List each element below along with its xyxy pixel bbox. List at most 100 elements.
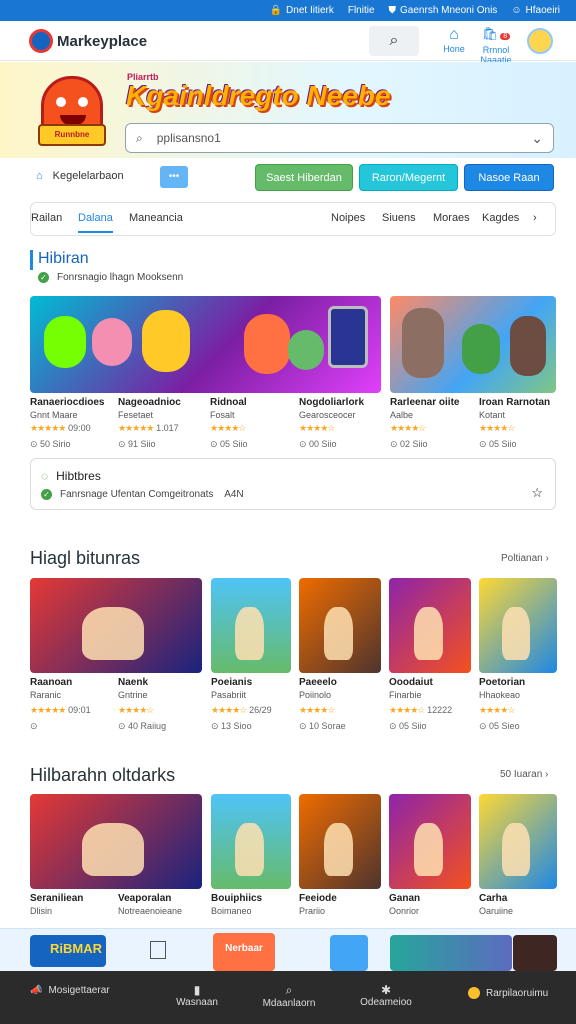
megaphone-icon: 📣 xyxy=(30,985,43,996)
rating-row: ★★★★☆ 26/29 xyxy=(211,704,272,717)
tab-noipes[interactable]: Noipes xyxy=(331,212,365,224)
utility-link[interactable]: ☺ Hfaoeiri xyxy=(511,5,560,16)
rating-stars: ★★★★☆ xyxy=(211,705,247,715)
logo-text: Markeyplace xyxy=(57,32,148,50)
promo-thumb xyxy=(390,935,512,971)
filter-button-3[interactable]: Nasoe Raan xyxy=(464,164,554,191)
search-button[interactable]: ⌕ xyxy=(369,26,419,56)
section-accent-bar xyxy=(30,250,33,270)
nav-item-settings[interactable]: ✱ Odeameioo xyxy=(358,983,414,1008)
utility-link[interactable]: Flnitie xyxy=(348,5,375,16)
game-caption[interactable]: Poeianis Pasabriit ★★★★☆ 26/29 ⊙ 13 Sioo xyxy=(211,676,272,733)
game-subtitle: Gearosceocer xyxy=(299,410,356,420)
game-caption[interactable]: Ganan Oonrior xyxy=(389,892,420,918)
character-image xyxy=(244,314,290,374)
game-caption[interactable]: Raanoan Raranic ★★★★★ 09:01 ⊙ xyxy=(30,676,91,733)
rating-row: ★★★★☆ xyxy=(118,704,166,717)
rating-stars: ★★★★☆ xyxy=(299,423,335,433)
play-count: ⊙ 05 Siio xyxy=(479,439,517,449)
game-caption[interactable]: Nageoadnioc Fesetaet ★★★★★ 1.017 ⊙ 91 Siio xyxy=(118,396,181,451)
rating-stars: ★★★★☆ xyxy=(390,423,426,433)
location-options-button[interactable]: ••• xyxy=(160,166,188,188)
nav-item-search[interactable]: ⌕ Mdaanlaorn xyxy=(258,983,320,1009)
nav-item-library[interactable]: ▮ Wasnaan xyxy=(172,983,222,1008)
featured-banner-small[interactable] xyxy=(390,296,556,393)
game-caption[interactable]: Carha Oaruiine xyxy=(479,892,513,918)
tab-moraes[interactable]: Moraes xyxy=(433,212,470,224)
featured-banner-large[interactable] xyxy=(30,296,381,393)
game-caption[interactable]: Paeeelo Poiinolo ★★★★☆ ⊙ 10 Sorae xyxy=(299,676,346,733)
tab-siuens[interactable]: Siuens xyxy=(382,212,416,224)
cart-button[interactable]: 🛍 8 Rrnnol Naaatie xyxy=(474,26,518,65)
tab-kagdes[interactable]: Kagdes xyxy=(482,212,519,224)
game-title: Paeeelo xyxy=(299,677,337,688)
game-thumbnail[interactable] xyxy=(30,794,202,889)
game-thumbnail[interactable] xyxy=(479,578,557,673)
nav-item-coins[interactable]: Rarpilaoruimu xyxy=(468,987,548,999)
promo-strip[interactable]: RiBMAR Nerbaar xyxy=(0,928,576,972)
leaf-icon: ◌ xyxy=(41,469,49,483)
hero-banner: Runnbne Poniimes Pliarrtb Kgainldregto N… xyxy=(0,62,576,158)
game-title: Veaporalan xyxy=(118,893,172,904)
game-caption[interactable]: Bouiphiics Boimaneo xyxy=(211,892,262,918)
game-caption[interactable]: Naenk Gntrine ★★★★☆ ⊙ 40 Raiiug xyxy=(118,676,166,733)
game-subtitle: Poiinolo xyxy=(299,690,332,700)
character-image xyxy=(323,822,354,876)
see-all-link[interactable]: Poltianan › xyxy=(501,553,549,564)
utility-link[interactable]: ⛊ Gaenrsh Mneoni Onis xyxy=(389,5,498,16)
tab-railan[interactable]: Railan xyxy=(31,212,62,224)
game-subtitle: Hhaokeao xyxy=(479,690,521,700)
utility-link[interactable]: 🔒 Dnet Iitierk xyxy=(270,5,334,16)
notice-card[interactable]: ◌ Hibtbres ✓ Fanrsnage Ufentan Comgeitrona… xyxy=(30,458,556,510)
game-thumbnail[interactable] xyxy=(389,794,471,889)
chevron-down-icon[interactable]: ⌄ xyxy=(531,130,543,147)
gear-icon: ✱ xyxy=(380,983,392,997)
game-subtitle: Kotant xyxy=(479,410,506,420)
game-title: Raanoan xyxy=(30,677,73,688)
game-caption[interactable]: Iroan Rarnotan Kotant ★★★★☆ ⊙ 05 Siio xyxy=(479,396,550,451)
hero-title: Kgainldregto Neebe xyxy=(126,80,391,111)
game-caption[interactable]: Rarleenar oiite Aalbe ★★★★☆ ⊙ 02 Siio xyxy=(390,396,459,451)
nav-item-home[interactable]: 📣 Mosigettaerar xyxy=(30,985,110,996)
filter-button-2[interactable]: Raron/Megernt xyxy=(359,164,458,191)
character-image xyxy=(235,822,264,876)
avatar[interactable] xyxy=(527,28,553,54)
tab-maneancia[interactable]: Maneancia xyxy=(129,212,183,224)
logo[interactable]: Markeyplace xyxy=(29,29,147,53)
tab-dalana[interactable]: Dalana xyxy=(78,212,113,233)
game-caption[interactable]: Seraniliean Dlisin xyxy=(30,892,83,918)
game-caption[interactable]: Feeiode Prariio xyxy=(299,892,337,918)
home-button[interactable]: ⌂ Hone xyxy=(442,26,466,54)
game-subtitle: Aalbe xyxy=(390,410,414,420)
game-title: Iroan Rarnotan xyxy=(479,397,551,408)
game-caption[interactable]: Poetorian Hhaokeao ★★★★☆ ⊙ 05 Sieo xyxy=(479,676,525,733)
game-caption[interactable]: Nogdoliarlork Gearosceocer ★★★★☆ ⊙ 00 Siio xyxy=(299,396,364,451)
game-caption[interactable]: Ranaeriocdioes Gnnt Maare ★★★★★ 09:00 ⊙ 50 … xyxy=(30,396,104,451)
character-image xyxy=(510,316,546,376)
game-thumbnail[interactable] xyxy=(299,578,381,673)
star-outline-icon[interactable]: ☆ xyxy=(531,485,543,501)
see-all-link[interactable]: 50 Iuaran › xyxy=(500,769,548,780)
game-thumbnail[interactable] xyxy=(211,578,291,673)
filter-button-1[interactable]: Saest Hiberdan xyxy=(255,164,353,191)
search-input[interactable]: ⌕ pplisansno1 ⌄ xyxy=(125,123,554,153)
rating-row: ★★★★☆ xyxy=(479,704,525,717)
game-caption[interactable]: Veaporalan Notreaenoieane xyxy=(118,892,182,918)
game-thumbnail[interactable] xyxy=(211,794,291,889)
character-image xyxy=(413,606,444,660)
game-thumbnail[interactable] xyxy=(30,578,202,673)
game-subtitle: Raranic xyxy=(30,690,62,700)
game-thumbnail[interactable] xyxy=(389,578,471,673)
rating-row: ★★★★☆ 12222 xyxy=(389,704,452,717)
rating-row: ★★★★☆ xyxy=(390,422,459,435)
game-thumbnail[interactable] xyxy=(299,794,381,889)
layout-icon[interactable] xyxy=(150,941,166,959)
location-selector[interactable]: ⌂ Kegelelarbaon xyxy=(36,170,124,182)
chevron-right-icon[interactable]: › xyxy=(533,212,537,224)
game-thumbnail[interactable] xyxy=(479,794,557,889)
game-caption[interactable]: Ridnoal Fosalt ★★★★☆ ⊙ 05 Siio xyxy=(210,396,248,451)
game-title: Rarleenar oiite xyxy=(390,397,460,408)
play-count: ⊙ 05 Siio xyxy=(389,721,427,731)
game-caption[interactable]: Ooodaiut Finarbie ★★★★☆ 12222 ⊙ 05 Siio xyxy=(389,676,452,733)
rating-row: ★★★★★ 1.017 xyxy=(118,422,181,435)
